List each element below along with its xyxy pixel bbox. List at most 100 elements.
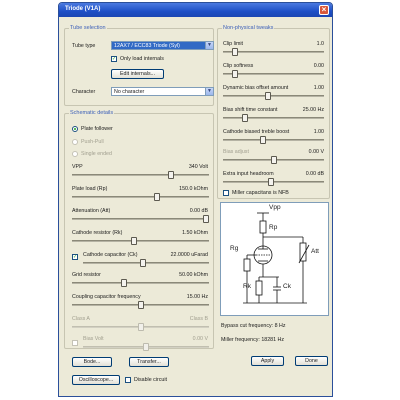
- character-select[interactable]: No character ▼: [111, 87, 214, 96]
- class-slider[interactable]: [72, 323, 209, 331]
- cathode-boost-slider[interactable]: [223, 136, 324, 144]
- slider-thumb[interactable]: [268, 178, 275, 186]
- done-button[interactable]: Done: [295, 356, 328, 366]
- plate-follower-label: Plate follower: [81, 126, 113, 132]
- grid-resistor-slider[interactable]: [72, 279, 209, 287]
- slider-thumb[interactable]: [140, 259, 147, 267]
- cathode-resistor-value: 1.50 kOhm: [182, 230, 208, 236]
- bias-volt-slider[interactable]: [83, 343, 209, 351]
- single-ended-radio[interactable]: [72, 151, 78, 157]
- plate-load-value: 150.0 kOhm: [179, 186, 208, 192]
- slider-thumb[interactable]: [265, 92, 272, 100]
- bias-shift-label: Bias shift time constant: [223, 107, 278, 113]
- slider-thumb[interactable]: [130, 237, 137, 245]
- bypass-frequency-text: Bypass cut frequency: 8 Hz: [221, 323, 286, 329]
- cathode-capacitor-value: 22.0000 uFarad: [170, 252, 208, 258]
- miller-nfb-label: Miller capacitans is NFB: [232, 190, 289, 196]
- tube-type-label: Tube type: [72, 43, 96, 49]
- extra-headroom-slider[interactable]: [223, 178, 324, 186]
- clip-softness-slider[interactable]: [223, 70, 324, 78]
- att-schematic-label: Att: [311, 248, 319, 255]
- clip-limit-slider[interactable]: [223, 48, 324, 56]
- apply-button[interactable]: Apply: [251, 356, 284, 366]
- cathode-boost-label: Cathode biased treble boost: [223, 129, 290, 135]
- clip-limit-value: 1.0: [316, 41, 324, 47]
- grid-resistor-value: 50.00 kOhm: [179, 272, 208, 278]
- push-pull-radio[interactable]: [72, 139, 78, 145]
- class-b-label: Class B: [189, 316, 208, 322]
- vpp-schematic-label: Vpp: [269, 204, 281, 211]
- plate-load-slider[interactable]: [72, 193, 209, 201]
- slider-thumb[interactable]: [242, 114, 249, 122]
- tube-type-value: 12AX7 / ECC83 Triode (Syl): [114, 43, 180, 49]
- slider-thumb[interactable]: [260, 136, 267, 144]
- oscilloscope-button[interactable]: Oscilloscope...: [72, 375, 120, 385]
- plate-follower-radio[interactable]: [72, 126, 78, 132]
- slider-thumb[interactable]: [153, 193, 160, 201]
- tube-selection-title: Tube selection: [69, 25, 107, 31]
- schematic-details-title: Schematic details: [69, 110, 115, 116]
- cathode-capacitor-slider[interactable]: [83, 259, 209, 267]
- rg-resistor: [243, 258, 251, 272]
- slider-thumb[interactable]: [137, 323, 144, 331]
- bias-adjust-value: 0.00 V: [308, 149, 324, 155]
- slider-thumb[interactable]: [270, 156, 277, 164]
- vpp-label: VPP: [72, 164, 83, 170]
- slider-thumb[interactable]: [232, 70, 239, 78]
- class-a-label: Class A: [72, 316, 90, 322]
- cathode-capacitor-checkbox[interactable]: ✓: [72, 254, 78, 260]
- cathode-capacitor-label: Cathode capacitor (Ck): [83, 252, 138, 258]
- slider-thumb[interactable]: [232, 48, 239, 56]
- chevron-down-icon[interactable]: ▼: [205, 42, 213, 49]
- bias-adjust-slider[interactable]: [223, 156, 324, 164]
- bias-volt-value: 0.00 V: [192, 336, 208, 342]
- slider-thumb[interactable]: [167, 171, 174, 179]
- extra-headroom-label: Extra input headroom: [223, 171, 274, 177]
- tube-type-select[interactable]: 12AX7 / ECC83 Triode (Syl) ▼: [111, 41, 214, 50]
- bias-adjust-label: Bias adjust: [223, 149, 249, 155]
- extra-headroom-value: 0.00 dB: [305, 171, 324, 177]
- slider-thumb[interactable]: [143, 343, 149, 351]
- transfer-button[interactable]: Transfer...: [129, 357, 169, 367]
- edit-internals-button[interactable]: Edit internals...: [111, 69, 164, 79]
- clip-softness-label: Clip softness: [223, 63, 254, 69]
- miller-nfb-checkbox[interactable]: [223, 190, 229, 196]
- dynamic-bias-slider[interactable]: [223, 92, 324, 100]
- title-bar[interactable]: Triode (V1A) ×: [59, 3, 332, 17]
- coupling-capacitor-slider[interactable]: [72, 301, 209, 309]
- close-icon[interactable]: ×: [319, 5, 329, 15]
- window-title: Triode (V1A): [65, 6, 101, 12]
- bias-volt-checkbox[interactable]: [72, 340, 78, 346]
- only-load-internals-label: Only load internals: [120, 56, 164, 62]
- vpp-slider[interactable]: [72, 171, 209, 179]
- bias-shift-slider[interactable]: [223, 114, 324, 122]
- circuit-diagram: [243, 212, 310, 304]
- character-label: Character: [72, 89, 96, 95]
- slider-thumb[interactable]: [203, 215, 210, 223]
- clip-limit-label: Clip limit: [223, 41, 244, 47]
- ck-schematic-label: Ck: [283, 283, 291, 290]
- slider-thumb[interactable]: [137, 301, 144, 309]
- bode-button[interactable]: Bode...: [72, 357, 112, 367]
- triode-dialog: Triode (V1A) × Tube selection Tube type …: [58, 2, 333, 397]
- slider-thumb[interactable]: [121, 279, 128, 287]
- dynamic-bias-label: Dynamic bias offset amount: [223, 85, 289, 91]
- grid-resistor-label: Grid resistor: [72, 272, 101, 278]
- rk-schematic-label: Rk: [243, 283, 251, 290]
- coupling-capacitor-label: Coupling capacitor frequency: [72, 294, 141, 300]
- chevron-down-icon[interactable]: ▼: [205, 88, 213, 95]
- push-pull-label: Push-Pull: [81, 139, 104, 145]
- cathode-resistor-slider[interactable]: [72, 237, 209, 245]
- attenuation-slider[interactable]: [72, 215, 210, 223]
- dynamic-bias-value: 1.00: [313, 85, 324, 91]
- disable-circuit-checkbox[interactable]: [125, 377, 131, 383]
- single-ended-label: Single ended: [81, 151, 112, 157]
- character-value: No character: [114, 89, 145, 95]
- cathode-resistor-label: Cathode resistor (Rk): [72, 230, 123, 236]
- rk-resistor: [255, 280, 263, 296]
- clip-softness-value: 0.00: [313, 63, 324, 69]
- only-load-internals-checkbox[interactable]: ✓: [111, 56, 117, 62]
- plate-load-label: Plate load (Rp): [72, 186, 108, 192]
- rg-schematic-label: Rg: [230, 245, 239, 252]
- rp-schematic-label: Rp: [269, 224, 278, 231]
